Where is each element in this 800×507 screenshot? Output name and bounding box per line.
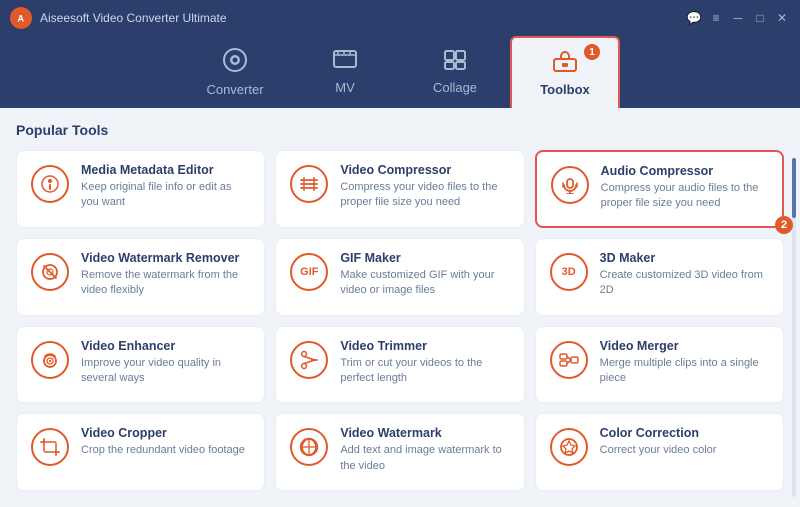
color-correction-desc: Correct your video color <box>600 443 769 458</box>
video-merger-icon <box>550 341 588 379</box>
3d-maker-desc: Create customized 3D video from 2D <box>600 268 769 299</box>
video-enhancer-desc: Improve your video quality in several wa… <box>81 356 250 387</box>
audio-compressor-name: Audio Compressor <box>601 164 768 178</box>
tool-video-watermark[interactable]: Video Watermark Add text and image water… <box>275 413 524 491</box>
video-merger-desc: Merge multiple clips into a single piece <box>600 356 769 387</box>
converter-icon <box>222 47 248 77</box>
audio-compressor-text: Audio Compressor Compress your audio fil… <box>601 164 768 212</box>
video-cropper-desc: Crop the redundant video footage <box>81 443 250 458</box>
nav-toolbox[interactable]: 1 Toolbox <box>510 36 620 108</box>
tool-video-watermark-remover[interactable]: Video Watermark Remover Remove the water… <box>16 238 265 316</box>
color-correction-text: Color Correction Correct your video colo… <box>600 426 769 458</box>
video-cropper-name: Video Cropper <box>81 426 250 440</box>
gif-maker-text: GIF Maker Make customized GIF with your … <box>340 251 509 299</box>
video-merger-name: Video Merger <box>600 339 769 353</box>
video-trimmer-desc: Trim or cut your videos to the perfect l… <box>340 356 509 387</box>
chat-icon[interactable]: 💬 <box>686 10 702 26</box>
tool-video-cropper[interactable]: Video Cropper Crop the redundant video f… <box>16 413 265 491</box>
tool-audio-compressor[interactable]: Audio Compressor Compress your audio fil… <box>535 150 784 228</box>
nav-mv[interactable]: MV <box>290 36 400 108</box>
tool-video-merger[interactable]: Video Merger Merge multiple clips into a… <box>535 326 784 404</box>
nav-converter[interactable]: Converter <box>180 36 290 108</box>
main-content: 2 Popular Tools Media Metadata Editor Ke… <box>0 108 800 507</box>
video-enhancer-text: Video Enhancer Improve your video qualit… <box>81 339 250 387</box>
media-metadata-text: Media Metadata Editor Keep original file… <box>81 163 250 211</box>
video-compressor-desc: Compress your video files to the proper … <box>340 180 509 211</box>
badge-2: 2 <box>775 216 793 234</box>
media-metadata-icon <box>31 165 69 203</box>
3d-maker-name: 3D Maker <box>600 251 769 265</box>
video-enhancer-icon <box>31 341 69 379</box>
scrollbar-track <box>792 158 796 497</box>
video-compressor-icon <box>290 165 328 203</box>
gif-maker-desc: Make customized GIF with your video or i… <box>340 268 509 299</box>
nav-bar: Converter MV Collage 1 <box>0 36 800 108</box>
video-watermark-remover-desc: Remove the watermark from the video flex… <box>81 268 250 299</box>
video-trimmer-name: Video Trimmer <box>340 339 509 353</box>
video-watermark-desc: Add text and image watermark to the vide… <box>340 443 509 474</box>
menu-icon[interactable]: ≡ <box>708 10 724 26</box>
scrollbar-thumb[interactable] <box>792 158 796 218</box>
maximize-button[interactable]: □ <box>752 10 768 26</box>
video-enhancer-name: Video Enhancer <box>81 339 250 353</box>
3d-maker-icon: 3D <box>550 253 588 291</box>
toolbox-badge: 1 <box>584 44 600 60</box>
svg-text:A: A <box>18 14 25 24</box>
toolbox-icon <box>552 49 578 77</box>
nav-mv-label: MV <box>335 80 355 95</box>
mv-icon <box>332 49 358 75</box>
tool-gif-maker[interactable]: GIF GIF Maker Make customized GIF with y… <box>275 238 524 316</box>
color-correction-name: Color Correction <box>600 426 769 440</box>
app-logo: A <box>10 7 32 29</box>
tools-grid: Media Metadata Editor Keep original file… <box>16 150 784 491</box>
minimize-button[interactable]: ─ <box>730 10 746 26</box>
gif-maker-icon: GIF <box>290 253 328 291</box>
gif-maker-name: GIF Maker <box>340 251 509 265</box>
app-title: Aiseesoft Video Converter Ultimate <box>40 11 686 25</box>
video-compressor-name: Video Compressor <box>340 163 509 177</box>
nav-collage[interactable]: Collage <box>400 36 510 108</box>
video-watermark-text: Video Watermark Add text and image water… <box>340 426 509 474</box>
3d-maker-text: 3D Maker Create customized 3D video from… <box>600 251 769 299</box>
video-watermark-remover-icon <box>31 253 69 291</box>
window-controls: 💬 ≡ ─ □ ✕ <box>686 10 790 26</box>
video-trimmer-text: Video Trimmer Trim or cut your videos to… <box>340 339 509 387</box>
video-watermark-remover-name: Video Watermark Remover <box>81 251 250 265</box>
tool-3d-maker[interactable]: 3D 3D Maker Create customized 3D video f… <box>535 238 784 316</box>
tool-video-enhancer[interactable]: Video Enhancer Improve your video qualit… <box>16 326 265 404</box>
video-cropper-text: Video Cropper Crop the redundant video f… <box>81 426 250 458</box>
video-compressor-text: Video Compressor Compress your video fil… <box>340 163 509 211</box>
video-merger-text: Video Merger Merge multiple clips into a… <box>600 339 769 387</box>
collage-icon <box>443 49 467 75</box>
video-watermark-remover-text: Video Watermark Remover Remove the water… <box>81 251 250 299</box>
video-cropper-icon <box>31 428 69 466</box>
nav-toolbox-label: Toolbox <box>540 82 590 97</box>
video-watermark-name: Video Watermark <box>340 426 509 440</box>
media-metadata-name: Media Metadata Editor <box>81 163 250 177</box>
media-metadata-desc: Keep original file info or edit as you w… <box>81 180 250 211</box>
tool-media-metadata-editor[interactable]: Media Metadata Editor Keep original file… <box>16 150 265 228</box>
tool-color-correction[interactable]: Color Correction Correct your video colo… <box>535 413 784 491</box>
nav-collage-label: Collage <box>433 80 477 95</box>
audio-compressor-desc: Compress your audio files to the proper … <box>601 181 768 212</box>
nav-converter-label: Converter <box>206 82 263 97</box>
title-bar: A Aiseesoft Video Converter Ultimate 💬 ≡… <box>0 0 800 36</box>
audio-compressor-icon <box>551 166 589 204</box>
tool-video-compressor[interactable]: Video Compressor Compress your video fil… <box>275 150 524 228</box>
video-trimmer-icon <box>290 341 328 379</box>
close-button[interactable]: ✕ <box>774 10 790 26</box>
tool-video-trimmer[interactable]: Video Trimmer Trim or cut your videos to… <box>275 326 524 404</box>
video-watermark-icon <box>290 428 328 466</box>
color-correction-icon <box>550 428 588 466</box>
section-title: Popular Tools <box>16 122 784 138</box>
